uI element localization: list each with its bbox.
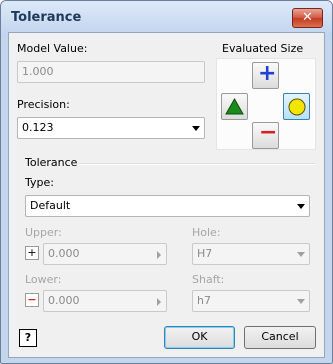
plus-icon: + bbox=[27, 246, 37, 259]
divider bbox=[79, 163, 315, 165]
shaft-label: Shaft: bbox=[192, 273, 225, 286]
ok-button[interactable]: OK bbox=[164, 326, 235, 349]
arrow-right-icon bbox=[157, 251, 161, 259]
shaft-select: h7 bbox=[192, 290, 310, 312]
precision-value: 0.123 bbox=[22, 121, 54, 134]
minus-icon: − bbox=[27, 293, 37, 306]
model-value-label: Model Value: bbox=[17, 42, 88, 55]
hole-value: H7 bbox=[197, 247, 213, 260]
type-label: Type: bbox=[25, 176, 54, 189]
lower-size-button[interactable]: − bbox=[252, 120, 279, 149]
upper-size-button[interactable]: + bbox=[252, 61, 279, 89]
type-value: Default bbox=[30, 199, 71, 212]
shaft-value: h7 bbox=[197, 294, 211, 307]
median-size-button[interactable] bbox=[283, 93, 310, 120]
tolerance-dialog: Tolerance ✕ Model Value: 1.000 Precision… bbox=[0, 0, 333, 364]
minus-icon: − bbox=[259, 120, 278, 145]
arrow-right-icon bbox=[157, 298, 161, 306]
evaluated-size-label: Evaluated Size bbox=[222, 42, 304, 55]
help-icon: ? bbox=[24, 331, 32, 344]
lower-value-field: 0.000 bbox=[43, 290, 167, 312]
chevron-down-icon bbox=[297, 204, 305, 209]
tolerance-group-label: Tolerance bbox=[25, 156, 78, 169]
help-button[interactable]: ? bbox=[19, 329, 37, 347]
nominal-size-button[interactable] bbox=[221, 93, 248, 120]
hole-select: H7 bbox=[192, 243, 310, 265]
hole-label: Hole: bbox=[192, 226, 221, 239]
type-select[interactable]: Default bbox=[25, 195, 310, 217]
chevron-down-icon bbox=[297, 299, 305, 304]
triangle-icon bbox=[225, 98, 244, 115]
lower-sign-toggle: − bbox=[25, 293, 39, 307]
evaluated-size-panel: + − bbox=[216, 58, 316, 150]
upper-sign-toggle: + bbox=[25, 246, 39, 260]
upper-label: Upper: bbox=[25, 226, 62, 239]
dialog-body: Model Value: 1.000 Precision: 0.123 Eval… bbox=[8, 32, 325, 358]
precision-select[interactable]: 0.123 bbox=[17, 117, 205, 139]
close-button[interactable]: ✕ bbox=[292, 8, 323, 28]
lower-value: 0.000 bbox=[48, 294, 80, 307]
upper-value-field: 0.000 bbox=[43, 243, 167, 265]
upper-value: 0.000 bbox=[48, 247, 80, 260]
chevron-down-icon bbox=[192, 126, 200, 131]
cancel-button[interactable]: Cancel bbox=[244, 326, 316, 349]
precision-label: Precision: bbox=[17, 98, 70, 111]
model-value-field: 1.000 bbox=[17, 61, 205, 83]
circle-icon bbox=[288, 98, 306, 116]
lower-label: Lower: bbox=[25, 273, 62, 286]
window-title: Tolerance bbox=[11, 10, 82, 25]
plus-icon: + bbox=[258, 61, 277, 86]
chevron-down-icon bbox=[297, 252, 305, 257]
